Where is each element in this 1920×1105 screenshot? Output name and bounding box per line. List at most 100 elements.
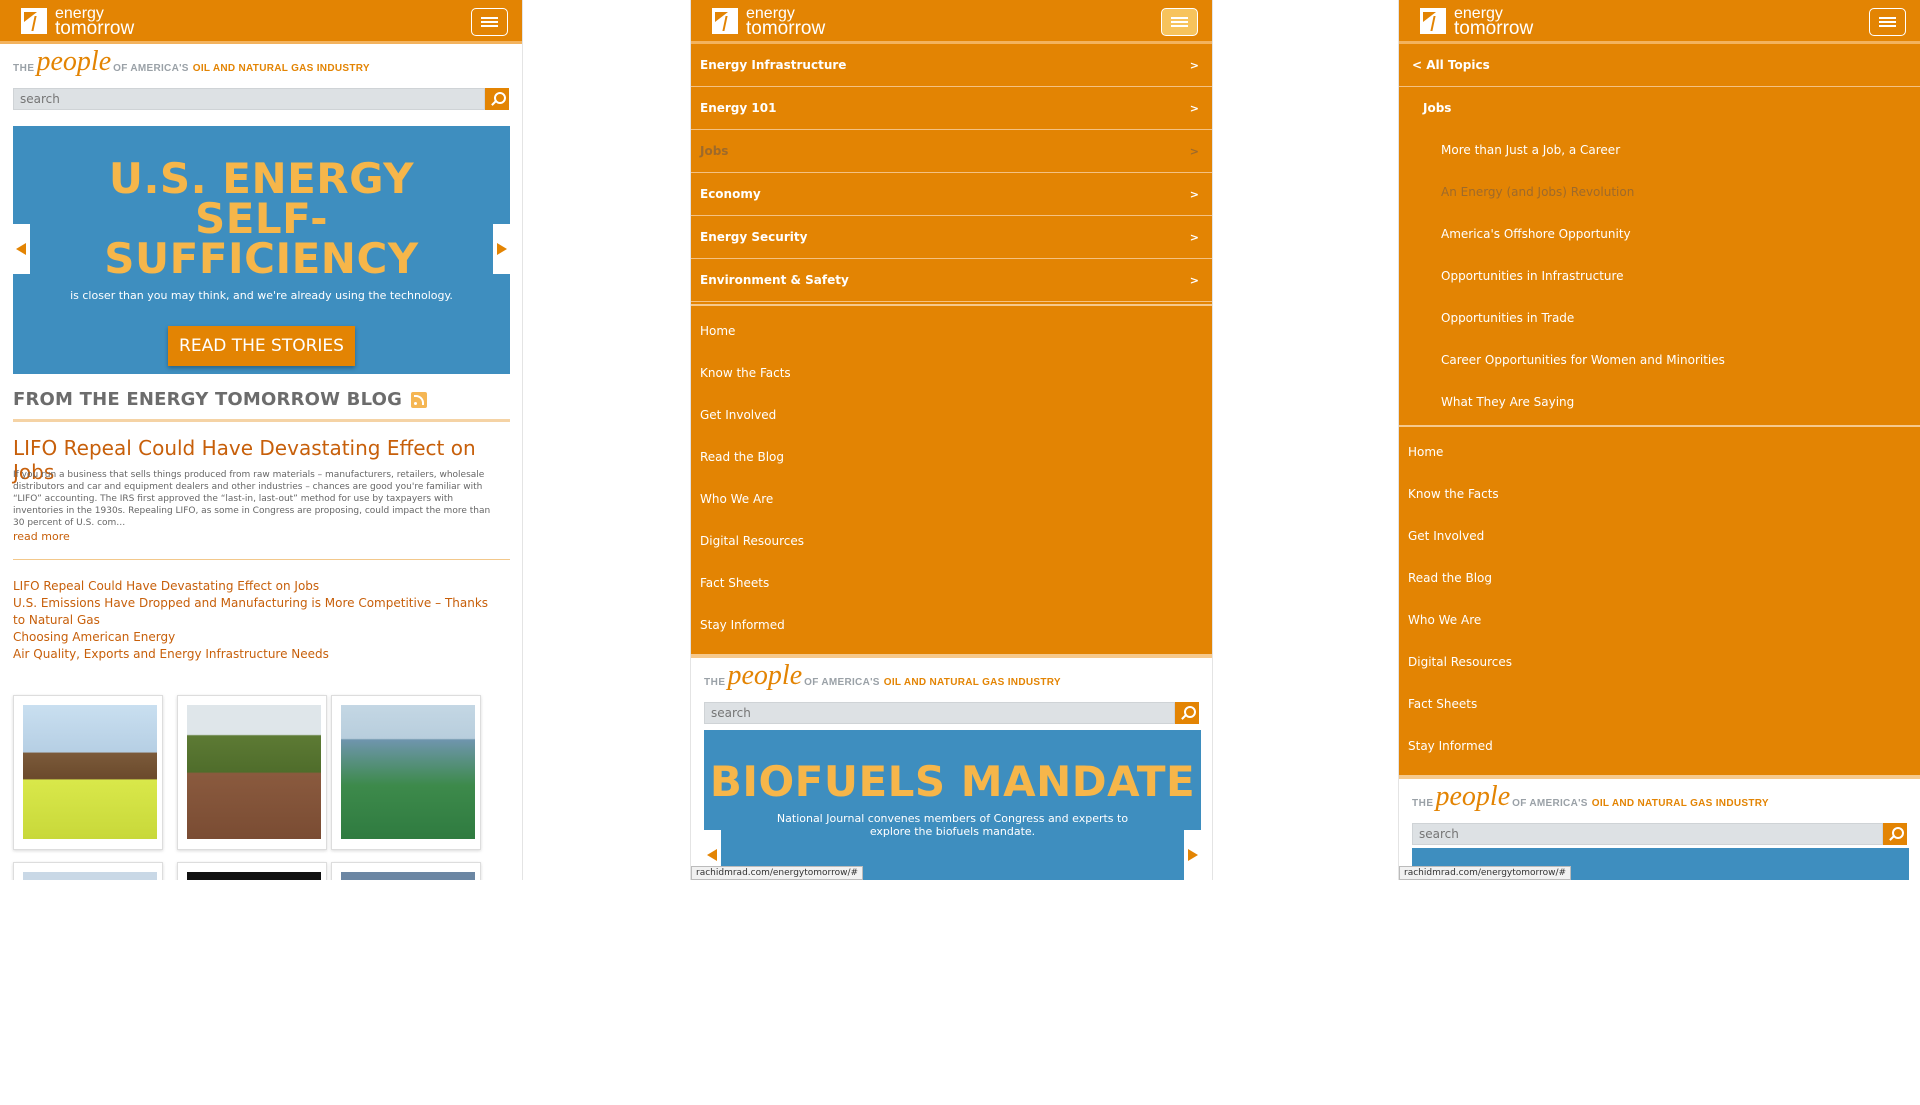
menu-item-home[interactable]: Home xyxy=(691,310,1212,352)
search-input[interactable] xyxy=(704,702,1175,724)
search-icon[interactable] xyxy=(485,88,509,110)
brand-logo[interactable]: energy tomorrow xyxy=(21,6,135,39)
topic-energy-101[interactable]: Energy 101 > xyxy=(691,87,1212,130)
read-the-stories-button[interactable]: READ THE STORIES xyxy=(168,326,355,366)
submenu-item[interactable]: More than Just a Job, a Career xyxy=(1399,129,1920,171)
brand-logo[interactable]: energy tomorrow xyxy=(1420,6,1534,39)
submenu-section-jobs[interactable]: Jobs xyxy=(1399,87,1920,129)
photo-thumbnail[interactable] xyxy=(331,695,481,850)
hero-subtitle: National Journal convenes members of Con… xyxy=(776,812,1129,838)
tagline-the: THE xyxy=(13,63,35,74)
tanker-photo xyxy=(341,705,475,839)
submenu-item[interactable]: Career Opportunities for Women and Minor… xyxy=(1399,339,1920,381)
photo-thumbnail[interactable] xyxy=(331,862,481,880)
photo-thumbnail[interactable] xyxy=(13,862,163,880)
brand-line-2: tomorrow xyxy=(746,18,826,39)
submenu-item[interactable]: Opportunities in Infrastructure xyxy=(1399,255,1920,297)
tagline-of: OF AMERICA'S xyxy=(113,63,189,74)
recent-post-link[interactable]: U.S. Emissions Have Dropped and Manufact… xyxy=(13,595,503,629)
carousel-prev-icon[interactable] xyxy=(13,224,30,274)
back-to-all-topics[interactable]: < All Topics xyxy=(1399,44,1920,87)
menu-item-who-we-are[interactable]: Who We Are xyxy=(691,478,1212,520)
topic-economy[interactable]: Economy > xyxy=(691,173,1212,216)
brand-line-2: tomorrow xyxy=(1454,18,1534,39)
energy-tomorrow-logo-icon xyxy=(21,8,47,34)
header-bar: energy tomorrow xyxy=(1399,0,1920,44)
search-icon[interactable] xyxy=(1175,702,1199,724)
topic-energy-security[interactable]: Energy Security > xyxy=(691,216,1212,259)
menu-item-digital-resources[interactable]: Digital Resources xyxy=(691,520,1212,562)
tagline-of: OF AMERICA'S xyxy=(1512,798,1588,809)
menu-open-panel: energy tomorrow Energy Infrastructure > E… xyxy=(690,0,1213,880)
topic-label: Economy xyxy=(700,187,761,201)
menu-item-who-we-are[interactable]: Who We Are xyxy=(1399,599,1920,641)
header-bar: energy tomorrow xyxy=(0,0,522,44)
browser-status-url: rachidmrad.com/energytomorrow/# xyxy=(691,866,864,880)
search-bar xyxy=(13,88,509,110)
tagline-people: people xyxy=(727,660,803,691)
submenu-item[interactable]: Opportunities in Trade xyxy=(1399,297,1920,339)
menu-item-get-involved[interactable]: Get Involved xyxy=(1399,515,1920,557)
hero-carousel: U.S. ENERGY SELF-SUFFICIENCY is closer t… xyxy=(13,126,510,374)
chevron-right-icon: > xyxy=(1189,58,1199,72)
menu-item-read-the-blog[interactable]: Read the Blog xyxy=(691,436,1212,478)
menu-item-stay-informed[interactable]: Stay Informed xyxy=(1399,725,1920,767)
hero-title: U.S. ENERGY SELF-SUFFICIENCY xyxy=(104,154,419,283)
topic-environment-safety[interactable]: Environment & Safety > xyxy=(691,259,1212,302)
hero-carousel: BIOFUELS MANDATE National Journal conven… xyxy=(704,730,1201,880)
carousel-next-icon[interactable] xyxy=(1184,830,1201,880)
menu-item-fact-sheets[interactable]: Fact Sheets xyxy=(691,562,1212,604)
chevron-right-icon: > xyxy=(1189,144,1199,158)
menu-item-fact-sheets[interactable]: Fact Sheets xyxy=(1399,683,1920,725)
submenu-item[interactable]: What They Are Saying xyxy=(1399,381,1920,423)
menu-item-stay-informed[interactable]: Stay Informed xyxy=(691,604,1212,646)
menu-item-know-the-facts[interactable]: Know the Facts xyxy=(1399,473,1920,515)
brand-line-2: tomorrow xyxy=(55,18,135,39)
recent-post-link[interactable]: LIFO Repeal Could Have Devastating Effec… xyxy=(13,578,503,595)
search-input[interactable] xyxy=(13,88,485,110)
tagline: THE people OF AMERICA'S OIL AND NATURAL … xyxy=(1399,779,1920,817)
navigation-menu: Energy Infrastructure > Energy 101 > Jobs >… xyxy=(691,44,1212,654)
workers-photo xyxy=(23,705,157,839)
menu-item-get-involved[interactable]: Get Involved xyxy=(691,394,1212,436)
photo-thumbnail[interactable] xyxy=(177,862,327,880)
menu-item-read-the-blog[interactable]: Read the Blog xyxy=(1399,557,1920,599)
menu-toggle-button[interactable] xyxy=(1869,8,1906,36)
menu-item-know-the-facts[interactable]: Know the Facts xyxy=(691,352,1212,394)
submenu-item[interactable]: An Energy (and Jobs) Revolution xyxy=(1399,171,1920,213)
menu-item-home[interactable]: Home xyxy=(1399,431,1920,473)
energy-tomorrow-logo-icon xyxy=(712,8,738,34)
carousel-next-icon[interactable] xyxy=(493,224,510,274)
read-more-link[interactable]: read more xyxy=(13,530,70,543)
recent-post-link[interactable]: Air Quality, Exports and Energy Infrastr… xyxy=(13,646,503,663)
hero-title: BIOFUELS MANDATE xyxy=(709,757,1196,806)
divider xyxy=(13,559,510,560)
topic-energy-infrastructure[interactable]: Energy Infrastructure > xyxy=(691,44,1212,87)
topic-label: Energy Infrastructure xyxy=(700,58,847,72)
menu-toggle-button[interactable] xyxy=(471,8,508,36)
navigation-submenu: < All Topics Jobs More than Just a Job, … xyxy=(1399,44,1920,775)
menu-item-digital-resources[interactable]: Digital Resources xyxy=(1399,641,1920,683)
search-icon[interactable] xyxy=(1883,823,1907,845)
recent-posts-list: LIFO Repeal Could Have Devastating Effec… xyxy=(13,578,503,663)
tagline: THE people OF AMERICA'S OIL AND NATURAL … xyxy=(0,44,522,82)
search-bar xyxy=(1412,823,1907,845)
brand-logo[interactable]: energy tomorrow xyxy=(712,6,826,39)
recent-post-link[interactable]: Choosing American Energy xyxy=(13,629,503,646)
chevron-right-icon: > xyxy=(1189,273,1199,287)
post-excerpt: If you run a business that sells things … xyxy=(13,470,491,528)
topic-label: Environment & Safety xyxy=(700,273,849,287)
search-input[interactable] xyxy=(1412,823,1883,845)
topic-jobs[interactable]: Jobs > xyxy=(691,130,1212,173)
hero-subtitle: is closer than you may think, and we're … xyxy=(70,289,453,302)
photo-thumbnail[interactable] xyxy=(13,695,163,850)
menu-toggle-button[interactable] xyxy=(1161,8,1198,36)
tagline-industry: OIL AND NATURAL GAS INDUSTRY xyxy=(1591,798,1769,809)
soil-photo xyxy=(187,705,321,839)
submenu-item[interactable]: America's Offshore Opportunity xyxy=(1399,213,1920,255)
photo-thumbnail[interactable] xyxy=(177,695,327,850)
topic-label: Jobs xyxy=(700,144,729,158)
chevron-right-icon: > xyxy=(1189,230,1199,244)
tagline-people: people xyxy=(36,46,112,77)
rss-icon[interactable] xyxy=(411,392,428,408)
